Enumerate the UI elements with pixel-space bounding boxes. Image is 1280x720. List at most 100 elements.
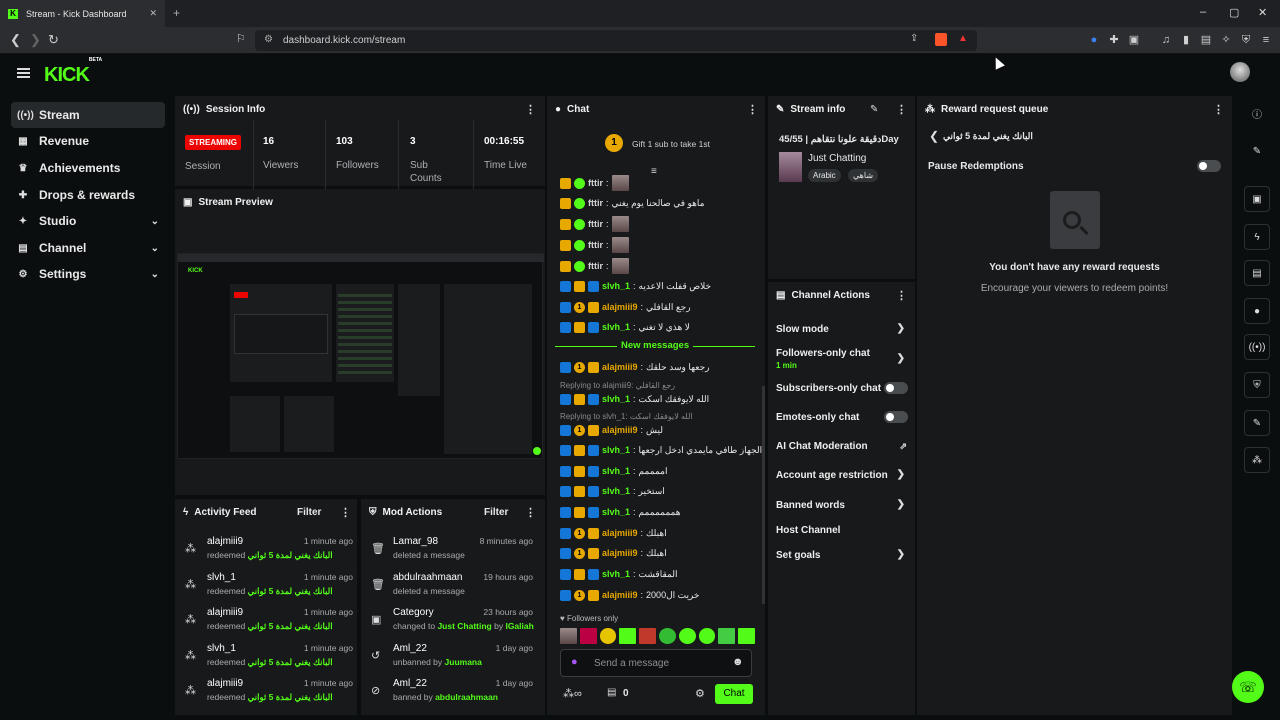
chat-message[interactable]: 1 alajmiii9: خريت ال2000 <box>560 586 700 604</box>
chat-username[interactable]: alajmiii9 <box>602 362 638 372</box>
close-window-button[interactable]: ✕ <box>1258 6 1267 19</box>
forward-icon[interactable]: ❯ <box>30 32 41 48</box>
sidebar-item-studio[interactable]: ✦ Studio ⌄ <box>11 208 165 234</box>
chat-message[interactable]: 1 alajmiii9: رجعها وسد حلقك <box>560 358 709 376</box>
chat-message[interactable]: slvh_1: خلاص قفلت الاعديه <box>560 277 711 295</box>
channel-action-account-age-restriction[interactable]: Account age restriction <box>776 470 906 481</box>
mod-action-item[interactable]: 🗑 abdulraahmaan 19 hours ago deleted a mess… <box>369 572 533 606</box>
channel-action-slow-mode[interactable]: Slow mode <box>776 324 906 335</box>
store-icon[interactable]: ▤ <box>607 687 616 698</box>
kick-logo[interactable]: KICKBETA <box>44 57 102 87</box>
pause-redemptions-toggle[interactable] <box>1197 160 1221 172</box>
chat-username[interactable]: alajmiii9 <box>602 302 638 312</box>
support-chat-button[interactable]: ☏ <box>1232 671 1264 703</box>
edit-icon[interactable]: ✎ <box>870 104 878 115</box>
emote-icon[interactable] <box>718 628 736 644</box>
chat-username[interactable]: alajmiii9 <box>602 590 638 600</box>
feed-item[interactable]: ⁂ slvh_1 1 minute ago redeemed البانك يغني … <box>183 572 353 606</box>
chat-username[interactable]: slvh_1 <box>602 322 630 332</box>
emote-icon[interactable] <box>738 628 755 644</box>
chat-username[interactable]: slvh_1 <box>602 486 630 496</box>
chat-input[interactable]: ● Send a message ☻ <box>560 649 752 677</box>
chevron-right-icon[interactable]: ❯ <box>897 353 905 364</box>
chevron-right-icon[interactable]: ❯ <box>897 323 905 334</box>
category-name[interactable]: Just Chatting <box>808 153 866 164</box>
chat-username[interactable]: alajmiii9 <box>602 548 638 558</box>
activity-feed-menu-icon[interactable]: ⋮ <box>340 506 351 519</box>
stream-preview-video[interactable]: KICK <box>177 253 544 459</box>
share-icon[interactable]: ⇪ <box>910 33 918 44</box>
chat-username[interactable]: fttir <box>588 261 603 271</box>
chat-username[interactable]: slvh_1 <box>602 507 630 517</box>
chat-message[interactable]: slvh_1: الجهاز طافي مايمدي ادخل ارجعها <box>560 441 762 459</box>
sidebar-item-settings[interactable]: ⚙ Settings ⌄ <box>11 261 165 287</box>
mod-actions-menu-icon[interactable]: ⋮ <box>525 506 536 519</box>
screenshot-icon[interactable]: ▣ <box>1128 34 1140 46</box>
emote-icon[interactable] <box>678 628 696 644</box>
reward-queue-toggle-icon[interactable]: ⁂ <box>1244 447 1270 473</box>
chevron-right-icon[interactable]: ❯ <box>897 469 905 480</box>
chat-message[interactable]: fttir: <box>560 257 629 275</box>
session-info-menu-icon[interactable]: ⋮ <box>525 103 536 116</box>
brave-rewards-icon[interactable]: ▲ <box>958 33 968 44</box>
chat-toggle-icon[interactable]: ● <box>1244 298 1270 324</box>
external-link-icon[interactable]: ⇗ <box>899 441 907 452</box>
brave-shield-icon[interactable] <box>935 33 947 46</box>
extension-icon[interactable]: ● <box>1088 34 1100 46</box>
mod-filter-button[interactable]: Filter <box>484 507 508 518</box>
emote-icon[interactable] <box>579 628 597 644</box>
mic-icon[interactable]: ● <box>571 656 578 668</box>
emote-icon[interactable] <box>599 628 617 644</box>
chat-message[interactable]: fttir: ماهو في صالحنا يوم يغني <box>560 194 704 212</box>
chat-username[interactable]: slvh_1 <box>602 445 630 455</box>
chat-username[interactable]: fttir <box>588 219 603 229</box>
chat-settings-icon[interactable]: ⚙ <box>695 687 705 700</box>
mod-action-item[interactable]: ⊘ Aml_22 1 day ago banned by abdulraahmaan <box>369 678 533 712</box>
gift-sub-prompt[interactable]: Gift 1 sub to take 1st <box>632 139 710 149</box>
emoji-icon[interactable]: ☻ <box>732 656 744 668</box>
chat-username[interactable]: fttir <box>588 240 603 250</box>
notes-toggle-icon[interactable]: ▤ <box>1244 260 1270 286</box>
close-tab-icon[interactable]: ✕ <box>149 8 157 19</box>
address-bar[interactable]: ⚙ dashboard.kick.com/stream ⇪ ▲ <box>255 30 977 51</box>
media-icon[interactable]: ♫ <box>1160 34 1172 46</box>
chat-message[interactable]: slvh_1: الله لايوفقك اسكت <box>560 390 709 408</box>
toggle-switch[interactable] <box>884 411 908 423</box>
feed-item[interactable]: ⁂ alajmiii9 1 minute ago redeemed البانك يغ… <box>183 678 353 712</box>
emote-icon[interactable] <box>560 628 577 644</box>
chat-username[interactable]: slvh_1 <box>602 569 630 579</box>
chevron-down-icon[interactable]: ⌄ <box>151 216 159 227</box>
chat-message[interactable]: slvh_1: لا هذي لا تغني <box>560 318 690 336</box>
edit-layout-icon[interactable]: ✎ <box>1244 138 1270 164</box>
sidebar-item-revenue[interactable]: ▦ Revenue <box>11 128 165 154</box>
chat-menu-icon[interactable]: ⋮ <box>747 103 758 116</box>
chat-message[interactable]: 1 alajmiii9: اهبلك <box>560 524 667 542</box>
channel-action-ai-chat-moderation[interactable]: AI Chat Moderation <box>776 441 906 452</box>
bookmark-icon[interactable]: ⚐ <box>236 32 246 45</box>
chat-username[interactable]: slvh_1 <box>602 394 630 404</box>
chevron-right-icon[interactable]: ❯ <box>897 499 905 510</box>
sidebar-item-drops-rewards[interactable]: ✚ Drops & rewards <box>11 182 165 208</box>
chat-message[interactable]: slvh_1: استخير <box>560 482 665 500</box>
chat-username[interactable]: fttir <box>588 178 603 188</box>
new-tab-button[interactable]: + <box>173 6 180 20</box>
chat-username[interactable]: slvh_1 <box>602 466 630 476</box>
channel-action-host-channel[interactable]: Host Channel <box>776 525 906 536</box>
chat-username[interactable]: alajmiii9 <box>602 528 638 538</box>
emote-icon[interactable] <box>698 628 716 644</box>
channel-action-set-goals[interactable]: Set goals <box>776 550 906 561</box>
send-chat-button[interactable]: Chat <box>715 684 753 704</box>
emote-icon[interactable] <box>639 628 656 644</box>
chat-username[interactable]: slvh_1 <box>602 281 630 291</box>
channel-action-banned-words[interactable]: Banned words <box>776 500 906 511</box>
chat-message[interactable]: fttir: <box>560 236 629 254</box>
feed-item[interactable]: ⁂ alajmiii9 1 minute ago redeemed البانك يغ… <box>183 607 353 641</box>
sidebar-item-stream[interactable]: ((•)) Stream <box>11 102 165 128</box>
stream-info-toggle-icon[interactable]: ✎ <box>1244 410 1270 436</box>
channel-action-followers-only-chat[interactable]: Followers-only chat 1 min <box>776 348 906 370</box>
back-chevron-icon[interactable]: ❮ <box>929 129 939 143</box>
user-avatar[interactable] <box>1230 62 1250 82</box>
wallet-icon[interactable]: ▤ <box>1200 34 1212 46</box>
channel-actions-menu-icon[interactable]: ⋮ <box>896 289 907 302</box>
back-icon[interactable]: ❮ <box>10 32 21 48</box>
